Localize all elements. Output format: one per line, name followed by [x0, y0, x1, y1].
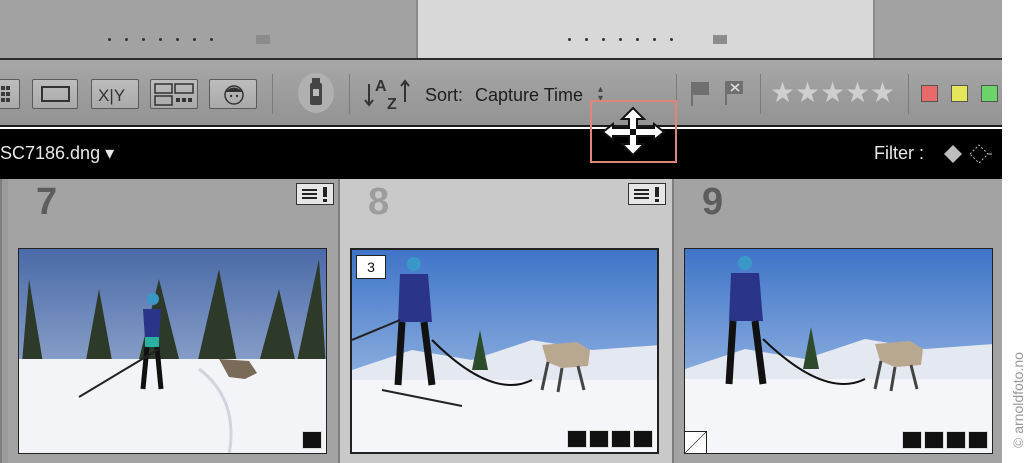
keyword-badge-icon[interactable]	[567, 430, 587, 448]
stack-count-badge[interactable]: 3	[356, 255, 386, 279]
thumbnail-badges	[902, 431, 988, 449]
keyword-badge-icon[interactable]	[302, 431, 322, 449]
svg-text:A: A	[375, 78, 387, 95]
label-green[interactable]	[981, 85, 998, 102]
flag-corner-icon[interactable]	[685, 431, 707, 453]
thumbnail[interactable]	[684, 248, 993, 454]
survey-view-button[interactable]	[150, 79, 198, 109]
filmstrip-cell[interactable]	[875, 0, 1002, 58]
thumbnail[interactable]: 3	[350, 248, 659, 454]
cell-number: 8	[368, 181, 390, 223]
crop-badge-icon[interactable]	[611, 430, 631, 448]
filmstrip-cell-selected[interactable]	[418, 0, 873, 58]
painter-icon[interactable]	[298, 73, 334, 113]
svg-text:Z: Z	[387, 96, 397, 112]
resize-cursor-icon	[601, 106, 666, 157]
sort-dropdown[interactable]: Capture Time	[475, 85, 583, 106]
top-filmstrip	[0, 0, 1002, 60]
resize-cursor-highlight	[590, 100, 677, 163]
filter-preset-icon[interactable]	[940, 141, 1000, 172]
thumbnail-badges	[302, 431, 322, 449]
sort-az-icon[interactable]: AZ	[363, 74, 415, 117]
thumbnail-badges	[567, 430, 653, 448]
thumbnail[interactable]	[18, 248, 327, 454]
star-rating-3[interactable]: ★	[820, 79, 845, 107]
filmstrip-cell[interactable]	[0, 0, 416, 58]
reject-flag-icon[interactable]	[722, 78, 746, 111]
filter-bar: SC7186.dng ▾ Filter :	[0, 129, 1002, 179]
grid-view: 7 8 3 9	[0, 179, 1002, 463]
flag-icon[interactable]	[688, 79, 712, 112]
keyword-badge-icon[interactable]	[902, 431, 922, 449]
star-rating-1[interactable]: ★	[770, 79, 795, 107]
collection-badge-icon[interactable]	[589, 430, 609, 448]
sort-label: Sort:	[425, 85, 464, 105]
cell-number: 9	[702, 181, 724, 223]
metadata-badge-icon[interactable]	[628, 183, 666, 205]
filename-dropdown[interactable]: SC7186.dng ▾	[0, 143, 114, 164]
people-view-button[interactable]	[209, 79, 257, 109]
star-rating-4[interactable]: ★	[845, 79, 870, 107]
label-yellow[interactable]	[951, 85, 968, 102]
metadata-badge-icon[interactable]	[296, 183, 334, 205]
collection-badge-icon[interactable]	[924, 431, 944, 449]
cell-number: 7	[36, 181, 58, 223]
library-toolbar: X|Y AZ Sort: Capture Time ▴ ▾ ★ ★ ★ ★ ★	[0, 60, 1002, 127]
grid-view-button[interactable]	[0, 79, 20, 109]
crop-badge-icon[interactable]	[946, 431, 966, 449]
compare-view-button[interactable]: X|Y	[91, 79, 139, 109]
develop-badge-icon[interactable]	[633, 430, 653, 448]
grid-cell[interactable]: 7	[8, 179, 338, 463]
svg-text:X|Y: X|Y	[98, 86, 125, 105]
label-red[interactable]	[921, 85, 938, 102]
grid-cell[interactable]: 9	[674, 179, 1002, 463]
watermark: © arnoldfoto.no	[1010, 352, 1024, 448]
star-rating-2[interactable]: ★	[795, 79, 820, 107]
grid-cell-selected[interactable]: 8 3	[340, 179, 672, 463]
develop-badge-icon[interactable]	[968, 431, 988, 449]
loupe-view-button[interactable]	[32, 79, 78, 109]
filter-label: Filter :	[874, 143, 925, 163]
star-rating-5[interactable]: ★	[870, 79, 895, 107]
